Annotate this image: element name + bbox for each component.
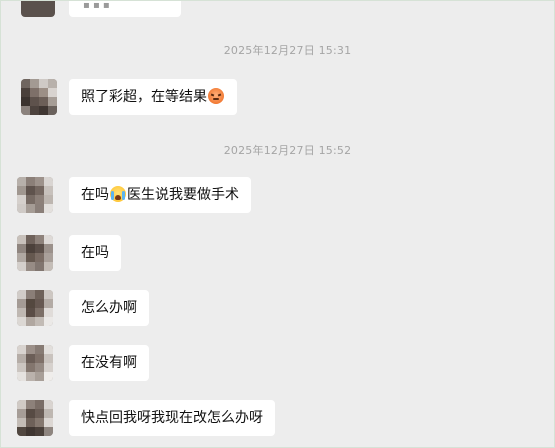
avatar[interactable] — [17, 400, 53, 436]
message-text: 医生说我要做手术 — [127, 187, 239, 203]
message-text: 照了彩超，在等结果 — [81, 89, 207, 105]
message-bubble[interactable]: 在吗 医生说我要做手术 — [69, 177, 251, 213]
message-text: 在吗 — [81, 187, 109, 203]
avatar[interactable] — [21, 79, 57, 115]
avatar[interactable] — [17, 177, 53, 213]
angry-face-emoji-icon — [208, 88, 224, 104]
message-bubble[interactable]: 怎么办啊 — [69, 290, 149, 326]
message-bubble[interactable]: 快点回我呀我现在改怎么办呀 — [69, 400, 275, 436]
message-bubble[interactable]: 照了彩超，在等结果 — [69, 79, 237, 115]
message-text: 在吗 — [81, 245, 109, 261]
message-bubble-partial[interactable]: ▪ ▪ ▪ — [69, 0, 181, 17]
chat-window: ▪ ▪ ▪ 2025年12月27日 15:31 照了彩超，在等结果 2025年1… — [0, 0, 555, 448]
avatar[interactable] — [17, 290, 53, 326]
timestamp: 2025年12月27日 15:31 — [223, 44, 352, 57]
partial-message-fragment: ▪ ▪ ▪ — [83, 0, 110, 11]
timestamp: 2025年12月27日 15:52 — [223, 144, 352, 157]
message-bubble[interactable]: 在没有啊 — [69, 345, 149, 381]
crying-face-emoji-icon — [110, 186, 126, 202]
message-text: 在没有啊 — [81, 355, 137, 371]
avatar[interactable] — [21, 1, 55, 17]
message-bubble[interactable]: 在吗 — [69, 235, 121, 271]
avatar[interactable] — [17, 345, 53, 381]
message-text: 快点回我呀我现在改怎么办呀 — [81, 410, 263, 426]
message-text: 怎么办啊 — [81, 300, 137, 316]
avatar[interactable] — [17, 235, 53, 271]
